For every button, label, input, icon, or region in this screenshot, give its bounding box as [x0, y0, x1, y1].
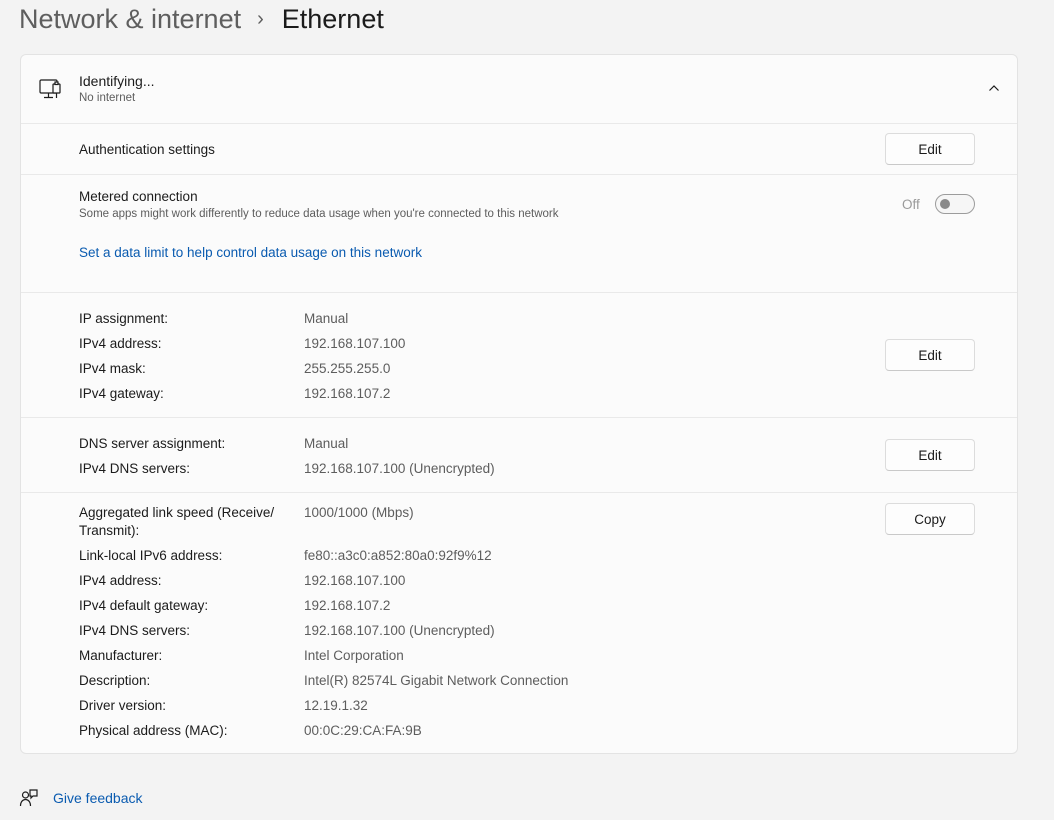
breadcrumb-parent[interactable]: Network & internet — [19, 0, 241, 38]
give-feedback-link[interactable]: Give feedback — [53, 790, 143, 806]
dns-row-value: Manual — [304, 436, 349, 451]
property-value: 12.19.1.32 — [304, 698, 368, 713]
breadcrumb: Network & internet › Ethernet — [19, 0, 384, 38]
property-value: 192.168.107.100 — [304, 573, 406, 588]
ip-row-value: 192.168.107.100 — [304, 336, 406, 351]
property-value: fe80::a3c0:a852:80a0:92f9%12 — [304, 548, 492, 563]
ip-row-label: IPv4 mask: — [79, 361, 146, 376]
property-label: Physical address (MAC): — [79, 723, 228, 738]
ethernet-card: Identifying... No internet Authenticatio… — [20, 54, 1018, 754]
link-speed-label: Aggregated link speed (Receive/ — [79, 505, 275, 520]
property-label: IPv4 address: — [79, 573, 162, 588]
ip-row-label: IPv4 gateway: — [79, 386, 164, 401]
ip-row-label: IP assignment: — [79, 311, 169, 326]
property-label: Manufacturer: — [79, 648, 163, 663]
toggle-knob — [940, 199, 950, 209]
property-label: Description: — [79, 673, 151, 688]
property-label: Driver version: — [79, 698, 167, 713]
ethernet-icon — [39, 79, 61, 99]
dns-edit-button[interactable]: Edit — [885, 439, 975, 471]
metered-toggle[interactable] — [935, 194, 975, 214]
ip-section: IP assignment: Manual IPv4 address: 192.… — [21, 292, 1017, 418]
dns-row-label: DNS server assignment: — [79, 436, 226, 451]
authentication-label: Authentication settings — [79, 142, 215, 157]
feedback-icon — [19, 789, 38, 807]
ip-row-value: 255.255.255.0 — [304, 361, 391, 376]
ip-edit-button[interactable]: Edit — [885, 339, 975, 371]
property-label: IPv4 default gateway: — [79, 598, 209, 613]
ip-row-value: Manual — [304, 311, 349, 326]
connection-header[interactable]: Identifying... No internet — [21, 55, 1017, 123]
chevron-up-icon[interactable] — [986, 80, 1002, 96]
metered-label: Metered connection — [79, 189, 198, 204]
property-value: 192.168.107.2 — [304, 598, 391, 613]
authentication-edit-button[interactable]: Edit — [885, 133, 975, 165]
property-value: Intel Corporation — [304, 648, 404, 663]
ip-row-value: 192.168.107.2 — [304, 386, 391, 401]
ip-row-label: IPv4 address: — [79, 336, 162, 351]
connection-status-subtitle: No internet — [79, 92, 136, 104]
breadcrumb-separator: › — [257, 8, 264, 30]
data-limit-link[interactable]: Set a data limit to help control data us… — [79, 245, 422, 260]
connection-status-title: Identifying... — [79, 73, 155, 89]
property-label: Link-local IPv6 address: — [79, 548, 223, 563]
authentication-section: Authentication settings Edit — [21, 123, 1017, 175]
link-speed-value: 1000/1000 (Mbps) — [304, 505, 414, 520]
link-speed-label-continued: Transmit): — [79, 523, 140, 538]
properties-section: Aggregated link speed (Receive/ Transmit… — [21, 492, 1017, 753]
property-value: Intel(R) 82574L Gigabit Network Connecti… — [304, 673, 569, 688]
property-value: 00:0C:29:CA:FA:9B — [304, 723, 422, 738]
property-label: IPv4 DNS servers: — [79, 623, 191, 638]
dns-row-value: 192.168.107.100 (Unencrypted) — [304, 461, 495, 476]
metered-toggle-state: Off — [902, 197, 920, 212]
dns-section: DNS server assignment: Manual IPv4 DNS s… — [21, 417, 1017, 493]
property-value: 192.168.107.100 (Unencrypted) — [304, 623, 495, 638]
page-title: Ethernet — [281, 4, 384, 34]
dns-row-label: IPv4 DNS servers: — [79, 461, 191, 476]
copy-button[interactable]: Copy — [885, 503, 975, 535]
metered-section: Metered connection Some apps might work … — [21, 174, 1017, 293]
metered-description: Some apps might work differently to redu… — [79, 208, 559, 220]
